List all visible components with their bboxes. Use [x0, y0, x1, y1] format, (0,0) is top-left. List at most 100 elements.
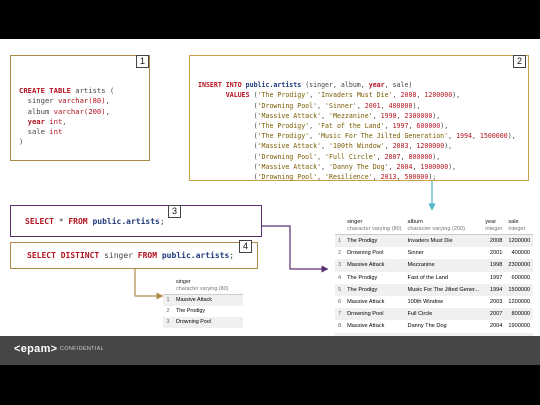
- arrow-distinct-to-result: [134, 268, 164, 300]
- value-album: 'Danny The Dog': [329, 162, 389, 171]
- table-row[interactable]: 7 Drowning Pool Full Circle 2007 800000: [335, 308, 534, 321]
- create-table-close: ): [19, 137, 24, 147]
- value-year: 2004: [396, 162, 413, 171]
- value-album: 'Resilience': [325, 173, 373, 182]
- select-all-code: SELECT * FROM public.artists;: [25, 217, 165, 227]
- cell-singer[interactable]: Massive Attack: [173, 295, 243, 307]
- cell-singer[interactable]: Massive Attack: [344, 259, 404, 271]
- value-sale: 400000: [388, 101, 413, 110]
- cell-album[interactable]: Invaders Must Die: [405, 235, 483, 248]
- cell-album[interactable]: 100th Window: [405, 296, 483, 308]
- cell-singer[interactable]: Drowning Pool: [173, 317, 243, 328]
- from-keyword: FROM: [68, 217, 88, 226]
- badge-3: 3: [168, 205, 181, 218]
- table-row[interactable]: 8 Massive Attack Danny The Dog 2004 1900000: [335, 320, 534, 333]
- footer-bar: <epam> CONFIDENTIAL: [0, 336, 540, 365]
- cell-year[interactable]: 2007: [482, 308, 505, 320]
- value-singer: 'Massive Attack': [257, 142, 322, 151]
- table-row[interactable]: 5 The Prodigy Music For The Jilted Gener..…: [335, 283, 534, 297]
- cell-album[interactable]: Sinner: [405, 247, 483, 259]
- epam-logo: <epam>: [14, 343, 58, 355]
- cell-sale[interactable]: 2300000: [505, 259, 533, 271]
- row-number: 5: [338, 286, 342, 293]
- column-header-year[interactable]: year integer: [482, 217, 505, 235]
- cell-singer[interactable]: The Prodigy: [173, 306, 243, 317]
- select-keyword: SELECT: [25, 217, 54, 226]
- row-number-header: [335, 217, 344, 235]
- cell-year[interactable]: 2003: [482, 296, 505, 308]
- cell-sale[interactable]: 1900000: [505, 320, 533, 332]
- column-type: character varying (200): [407, 225, 466, 232]
- value-end: ),: [452, 91, 461, 100]
- table-row[interactable]: 3 Massive Attack Mezzanine 1998 2300000: [335, 259, 534, 272]
- cell-album[interactable]: Music For The Jilted Gener...: [405, 284, 483, 296]
- cell-sale[interactable]: 1200000: [505, 296, 533, 308]
- value-singer: 'Massive Attack': [257, 162, 322, 171]
- distinct-column: singer: [99, 251, 138, 260]
- insert-code: INSERT INTO public.artists (singer, albu…: [198, 81, 516, 182]
- column-singer: singer: [19, 96, 58, 106]
- cell-year[interactable]: 1994: [482, 284, 505, 296]
- value-sale: 1900000: [420, 162, 449, 171]
- cell-singer[interactable]: The Prodigy: [344, 235, 404, 248]
- type-album: varchar(200): [53, 106, 106, 116]
- table-row[interactable]: 3 Drowning Pool: [163, 317, 243, 328]
- column-type: integer: [508, 225, 526, 232]
- cell-year[interactable]: 2008: [482, 235, 505, 248]
- column-header-singer[interactable]: singer character varying (80): [344, 217, 404, 235]
- table-row[interactable]: 6 Massive Attack 100th Window 2003 1200000: [335, 296, 534, 309]
- cell-singer[interactable]: Drowning Pool: [344, 308, 404, 320]
- value-sale: 1200000: [424, 91, 453, 100]
- value-year: 2001: [364, 101, 381, 110]
- value-album: 'Full Circle': [325, 152, 377, 161]
- table-row[interactable]: 4 The Prodigy Fast of the Land 1997 600000: [335, 271, 534, 284]
- value-singer: 'The Prodigy': [257, 91, 310, 100]
- table-row[interactable]: 1 Massive Attack: [163, 294, 243, 307]
- cell-sale[interactable]: 1200000: [505, 235, 533, 248]
- cell-album[interactable]: Danny The Dog: [405, 320, 483, 332]
- confidential-label: CONFIDENTIAL: [60, 346, 104, 352]
- cell-singer[interactable]: Massive Attack: [344, 320, 404, 332]
- value-end: ),: [440, 122, 449, 131]
- cell-sale[interactable]: 800000: [505, 308, 533, 320]
- cell-album[interactable]: Mezzanine: [405, 259, 483, 271]
- column-header-album[interactable]: album character varying (200): [405, 217, 483, 235]
- value-singer: 'The Prodigy': [257, 122, 310, 131]
- create-table-code: CREATE TABLE artists ( singer varchar(80…: [19, 86, 115, 147]
- insert-cols-year: year: [368, 81, 385, 90]
- column-header-sale[interactable]: sale integer: [505, 217, 533, 235]
- column-sale: sale: [19, 127, 50, 137]
- cell-sale[interactable]: 600000: [505, 272, 533, 284]
- column-header-singer[interactable]: singer character varying (80): [173, 277, 243, 295]
- row-number: 1: [338, 238, 342, 244]
- cell-year[interactable]: 1998: [482, 259, 505, 271]
- value-sale: 500000: [404, 173, 429, 182]
- cell-album[interactable]: Fast of the Land: [405, 272, 483, 284]
- value-end: ),: [432, 111, 441, 120]
- cell-singer[interactable]: Massive Attack: [344, 296, 404, 308]
- cell-sale[interactable]: 400000: [505, 247, 533, 259]
- badge-4: 4: [239, 240, 252, 253]
- cell-year[interactable]: 2001: [482, 247, 505, 259]
- table-row[interactable]: 2 Drowning Pool Sinner 2001 400000: [335, 247, 534, 260]
- cell-sale[interactable]: 1500000: [505, 284, 533, 296]
- column-type: character varying (80): [347, 225, 402, 232]
- from-keyword: FROM: [137, 251, 158, 260]
- value-singer: 'Drowning Pool': [257, 101, 318, 110]
- value-album: 'Mezzanine': [329, 111, 373, 120]
- row-number: 6: [338, 299, 342, 306]
- cell-singer[interactable]: The Prodigy: [344, 284, 404, 296]
- value-singer: 'The Prodigy': [257, 132, 310, 141]
- column-year: year: [19, 116, 50, 126]
- cell-year[interactable]: 1997: [482, 272, 505, 284]
- cell-year[interactable]: 2004: [482, 320, 505, 332]
- table-row[interactable]: 2 The Prodigy: [163, 306, 243, 317]
- column-type: integer: [485, 225, 503, 232]
- row-number: 4: [338, 274, 342, 281]
- cell-album[interactable]: Full Circle: [405, 308, 483, 320]
- value-end: ),: [412, 101, 421, 110]
- cell-singer[interactable]: The Prodigy: [344, 272, 404, 284]
- cell-singer[interactable]: Drowning Pool: [344, 247, 404, 259]
- table-row[interactable]: 1 The Prodigy Invaders Must Die 2008 1200000: [335, 234, 534, 248]
- value-sale: 1500000: [479, 132, 508, 141]
